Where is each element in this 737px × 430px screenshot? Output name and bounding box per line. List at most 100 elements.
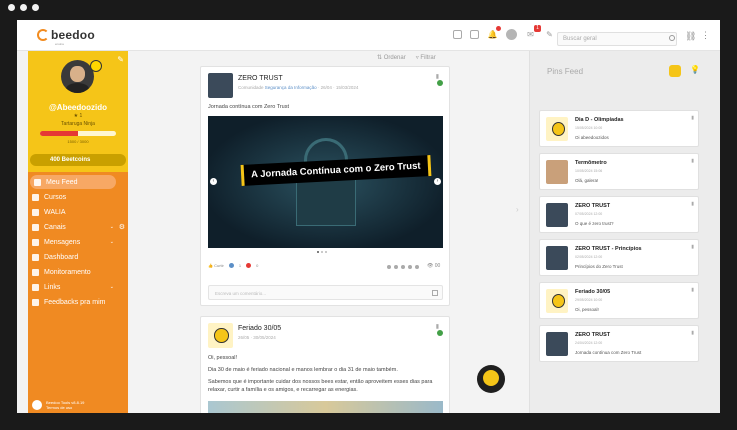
layout-icon[interactable] (453, 30, 462, 39)
user-avatar-icon[interactable] (506, 29, 517, 40)
pin-avatar (546, 203, 568, 227)
list-icon[interactable] (470, 30, 479, 39)
arrow-right-icon[interactable]: › (434, 178, 441, 185)
logo[interactable]: beedoo (37, 28, 95, 42)
pin-menu-icon[interactable]: ▮ (691, 330, 694, 336)
pin-card[interactable]: Dia D - Olimpíadas 15/05/2024 10:00 Oi a… (539, 110, 699, 147)
bell-icon[interactable]: 🔔 (487, 26, 501, 40)
post-text: relaxar, curtir a família e os amigos, e… (208, 387, 358, 393)
like-button[interactable]: 👍 Curtir (208, 263, 224, 268)
nav-label: Cursos (44, 193, 67, 201)
edit-icon[interactable]: ✎ (544, 29, 555, 40)
post-menu-icon[interactable]: ▮ (436, 323, 439, 330)
pin-subtitle: Jornada contínua com Zero Trust (575, 350, 642, 355)
more-vertical-icon[interactable]: ⋮ (701, 30, 710, 41)
thumbs-up-icon (32, 298, 39, 306)
pin-card[interactable]: ZERO TRUST - Princípios 02/05/2024 12:00… (539, 239, 699, 276)
chevron-down-icon[interactable]: ⌄ (110, 239, 114, 245)
nav-item-feedbacks[interactable]: Feedbacks pra mim (28, 295, 128, 309)
pencil-icon[interactable]: ✎ (117, 55, 124, 64)
search-input[interactable]: Buscar geral (557, 32, 677, 46)
sidebar: ✎ @Abeedoozido ★ 1 Tartaruga Ninja 1500 … (28, 51, 128, 413)
post-image[interactable]: A Jornada Contínua com o Zero Trust ‹ › (208, 116, 443, 248)
pin-menu-icon[interactable]: ▮ (691, 158, 694, 164)
pin-card[interactable]: ZERO TRUST 24/04/2024 12:00 Jornada cont… (539, 325, 699, 362)
link-icon (32, 283, 39, 291)
nav-item-cursos[interactable]: Cursos (28, 190, 128, 204)
post-avatar[interactable] (208, 73, 233, 98)
comment-input[interactable]: Escreva um comentário... (208, 285, 443, 300)
pin-date: 24/04/2024 12:00 (575, 341, 603, 345)
eye-icon: 👁 00 (427, 263, 441, 269)
link-icon[interactable]: ⛓ (685, 31, 696, 42)
post-title[interactable]: ZERO TRUST (238, 75, 283, 82)
pin-date: 07/05/2024 12:00 (575, 212, 603, 216)
pin-avatar (546, 160, 568, 184)
terms-link[interactable]: Termos de uso (46, 405, 84, 410)
chat-icon[interactable]: ✉ 1 (525, 25, 541, 40)
pin-avatar (546, 289, 568, 313)
dashboard-icon (32, 253, 39, 261)
carousel-dots[interactable] (317, 251, 327, 253)
nav-item-monitoramento[interactable]: Monitoramento (28, 265, 128, 279)
views-count: 00 (434, 263, 441, 269)
post-title[interactable]: Feriado 30/05 (238, 325, 281, 332)
share-icons[interactable] (387, 265, 419, 269)
pin-subtitle: Oi, pessoal! (575, 307, 599, 312)
meta-channel[interactable]: Segurança da Informação (265, 85, 317, 90)
bulb-icon[interactable]: 💡 (690, 65, 700, 74)
reaction-row: 👍 Curtir 1 0 (208, 263, 258, 268)
xp-label: 1500 / 3000 (67, 139, 89, 144)
nav-item-dashboard[interactable]: Dashboard (28, 250, 128, 264)
post-text: Dia 30 de maio é feriado nacional e mano… (208, 367, 398, 373)
like-count-icon (228, 263, 234, 268)
search-icon[interactable] (669, 35, 675, 41)
pin-card[interactable]: Feriado 30/05 29/05/2024 10:00 Oi, pesso… (539, 282, 699, 319)
beetcoins-badge[interactable]: 400 Beetcoins (30, 154, 126, 166)
nav-item-walia[interactable]: WALIA (28, 205, 128, 219)
rss-icon[interactable] (669, 65, 681, 77)
check-icon (437, 330, 443, 336)
post-avatar[interactable] (208, 323, 233, 348)
nav-label: Dashboard (44, 253, 79, 261)
pin-subtitle: Oi abeedoozidos (575, 135, 609, 140)
pin-menu-icon[interactable]: ▮ (691, 201, 694, 207)
image-icon[interactable] (432, 290, 438, 296)
bell-dot-icon (496, 26, 501, 31)
gear-icon[interactable]: ⚙ (119, 223, 125, 231)
mascot-assistant-icon[interactable] (477, 365, 505, 393)
heart-icon (246, 263, 252, 268)
post-text: Jornada contínua com Zero Trust (208, 104, 290, 110)
lock-body (296, 178, 356, 226)
feed-toolbar: ⇅ Ordenar ▿ Filtrar (377, 54, 436, 61)
order-button[interactable]: ⇅ Ordenar (377, 54, 406, 61)
pin-menu-icon[interactable]: ▮ (691, 244, 694, 250)
post-meta: Comunidade Segurança da Informação · 26/… (238, 85, 358, 90)
chevron-right-icon[interactable]: › (516, 205, 519, 214)
logo-subtitle: ensina (55, 42, 64, 46)
filter-button[interactable]: ▿ Filtrar (416, 54, 436, 61)
arrow-left-icon[interactable]: ‹ (210, 178, 217, 185)
nav-item-mensagens[interactable]: Mensagens ⌄ (28, 235, 128, 249)
nav-item-meu-feed[interactable]: Meu Feed (30, 175, 116, 189)
chat-count-badge: 1 (534, 25, 541, 32)
chevron-down-icon[interactable]: ⌄ (110, 224, 114, 230)
chevron-down-icon[interactable]: ⌄ (110, 284, 114, 290)
nav-item-links[interactable]: Links ⌄ (28, 280, 128, 294)
post-card: Feriado 30/05 26/05 · 30/05/2024 ▮ Oi, p… (200, 316, 450, 413)
pin-card[interactable]: Termômetro 10/05/2024 15:06 Olá, galera!… (539, 153, 699, 190)
xp-bar-fill (40, 131, 78, 136)
nav-item-canais[interactable]: Canais ⌄ ⚙ (28, 220, 128, 234)
pin-date: 10/05/2024 15:06 (575, 169, 603, 173)
pin-title: ZERO TRUST - Princípios (575, 246, 642, 252)
nav-label: Mensagens (44, 238, 81, 246)
xp-bar (40, 131, 116, 136)
pin-avatar (546, 332, 568, 356)
pin-menu-icon[interactable]: ▮ (691, 115, 694, 121)
post-image[interactable] (208, 401, 443, 413)
pin-card[interactable]: ZERO TRUST 07/05/2024 12:00 O que é zero… (539, 196, 699, 233)
post-menu-icon[interactable]: ▮ (436, 73, 439, 80)
heart-count: 0 (256, 263, 259, 268)
pin-avatar (546, 246, 568, 270)
pin-menu-icon[interactable]: ▮ (691, 287, 694, 293)
